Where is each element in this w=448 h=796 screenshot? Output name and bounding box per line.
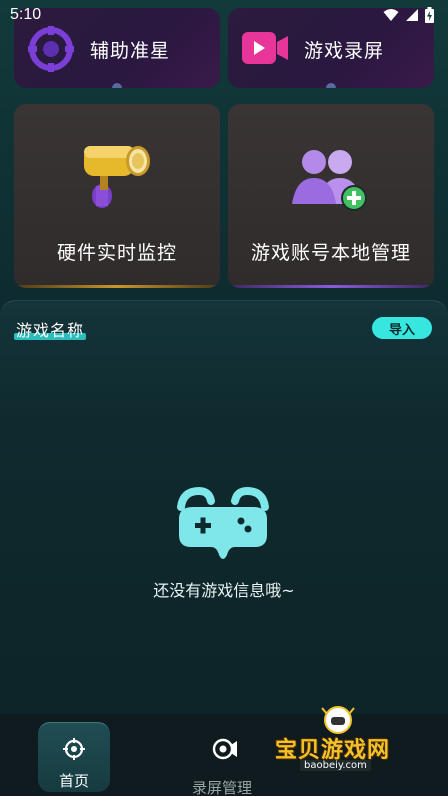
watermark-url: baobeiy.com	[300, 760, 371, 771]
game-list-panel: 游戏名称 导入 还没有游戏信息哦~	[0, 300, 448, 714]
video-record-icon	[242, 32, 288, 64]
hardware-monitor-card[interactable]: 硬件实时监控	[14, 104, 220, 288]
hardware-monitor-label: 硬件实时监控	[56, 242, 177, 264]
watermark: 宝贝游戏网 baobeiy.com	[272, 698, 448, 796]
status-icons	[383, 7, 434, 23]
status-time: 5:10	[10, 6, 42, 23]
watermark-logo	[321, 706, 355, 734]
gamepad-empty-icon	[177, 486, 269, 559]
aim-assist-label: 辅助准星	[90, 40, 171, 62]
nav-recordings-label: 录屏管理	[192, 779, 253, 796]
account-manager-card[interactable]: 游戏账号本地管理	[228, 104, 434, 288]
game-recording-label: 游戏录屏	[304, 40, 385, 62]
record-icon	[212, 738, 237, 760]
signal-icon	[406, 9, 418, 21]
card-indicator-dot	[112, 83, 122, 88]
monitor-camera-icon	[84, 146, 150, 208]
wifi-icon	[383, 9, 399, 21]
card-indicator-dot	[326, 83, 336, 88]
battery-icon	[425, 7, 434, 23]
card-accent-bar	[228, 285, 434, 288]
card-accent-bar	[14, 285, 220, 288]
nav-item-home[interactable]: 首页	[38, 722, 110, 792]
target-icon	[63, 738, 85, 760]
import-button[interactable]: 导入	[372, 317, 432, 339]
account-manager-label: 游戏账号本地管理	[250, 242, 411, 264]
empty-state-text: 还没有游戏信息哦~	[153, 581, 295, 600]
crosshair-icon	[28, 26, 74, 72]
status-bar: 5:10	[0, 0, 448, 30]
nav-item-recordings[interactable]: 录屏管理	[184, 722, 270, 796]
nav-home-label: 首页	[59, 772, 90, 790]
panel-title: 游戏名称	[16, 321, 85, 340]
users-add-icon	[292, 150, 367, 211]
